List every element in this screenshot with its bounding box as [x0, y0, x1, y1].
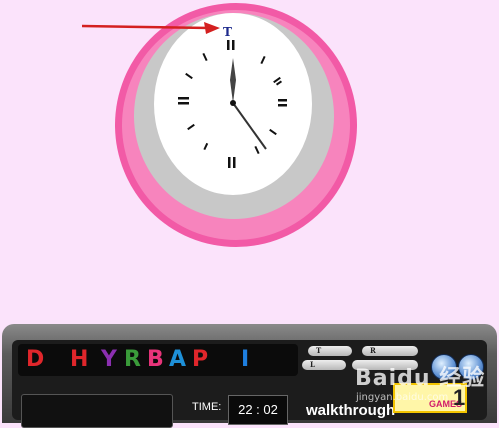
- numeral-9a: [178, 97, 189, 100]
- letter-d[interactable]: D: [26, 348, 44, 372]
- numeral-12a: [227, 40, 230, 50]
- letter-h[interactable]: H: [70, 348, 88, 372]
- watermark-sub: jingyan.baidu.com: [356, 392, 449, 403]
- slot-2[interactable]: R: [362, 346, 418, 356]
- numeral-9b: [178, 102, 189, 105]
- watermark: Baidu 经验: [355, 366, 486, 391]
- letter-a[interactable]: A: [169, 348, 186, 372]
- numeral-6a: [228, 157, 231, 168]
- clock-letter-t[interactable]: T: [223, 25, 232, 39]
- numeral-6b: [233, 157, 236, 168]
- letter-b[interactable]: B: [147, 348, 164, 372]
- slot-3[interactable]: L: [302, 360, 346, 370]
- numeral-3a: [278, 99, 287, 102]
- slot-1[interactable]: T: [308, 346, 352, 356]
- letter-y[interactable]: Y: [101, 348, 117, 372]
- walkthrough-link[interactable]: walkthrough: [306, 402, 395, 419]
- time-display: 22 : 02: [228, 395, 288, 425]
- numeral-3b: [278, 104, 287, 107]
- letter-p[interactable]: P: [192, 348, 208, 372]
- letters-bar: D H Y R B A P I: [18, 344, 298, 376]
- time-label: TIME:: [192, 401, 222, 413]
- letter-i[interactable]: I: [241, 348, 249, 372]
- clock-center: [230, 100, 236, 106]
- numeral-12b: [232, 40, 235, 50]
- letter-r[interactable]: R: [124, 348, 141, 372]
